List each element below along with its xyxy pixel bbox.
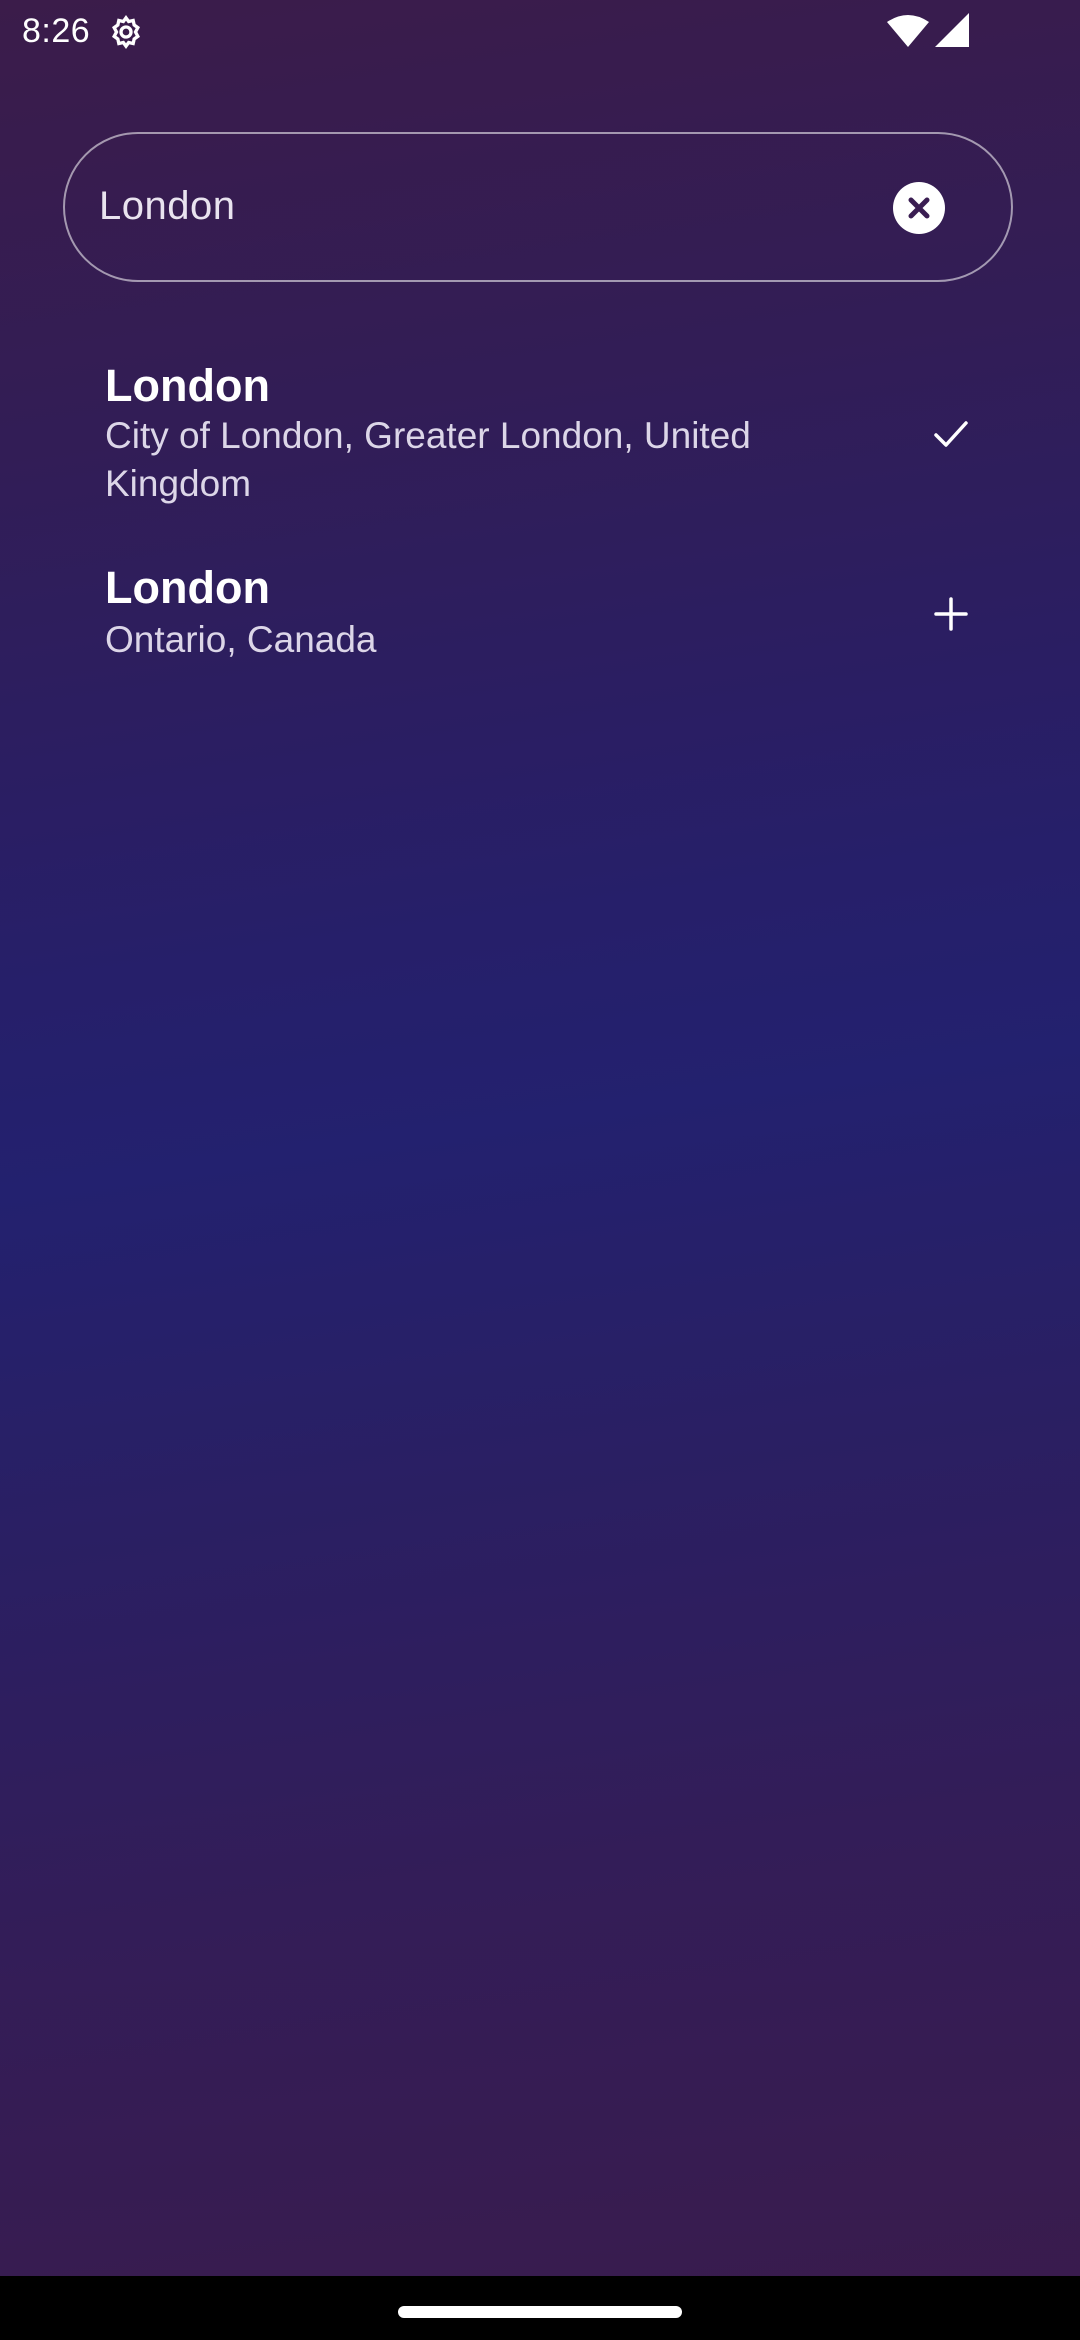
- result-subtitle: Ontario, Canada: [105, 619, 377, 660]
- status-bar: 8:26: [0, 0, 1080, 64]
- home-gesture-handle[interactable]: [398, 2306, 682, 2318]
- search-field[interactable]: London: [63, 132, 1013, 282]
- status-time: 8:26: [22, 12, 91, 50]
- result-title: London: [105, 360, 270, 411]
- settings-gear-icon: [106, 12, 146, 52]
- cell-signal-icon: [934, 12, 970, 48]
- result-title: London: [105, 562, 270, 613]
- search-result-item[interactable]: London City of London, Greater London, U…: [0, 350, 1080, 520]
- clear-search-button[interactable]: [893, 182, 945, 234]
- plus-icon[interactable]: [927, 590, 975, 638]
- result-subtitle: City of London, Greater London, United K…: [105, 415, 751, 504]
- search-input[interactable]: London: [99, 184, 235, 229]
- close-circle-icon: [908, 197, 930, 219]
- checkmark-icon[interactable]: [927, 410, 975, 458]
- wifi-icon: [886, 14, 930, 48]
- navigation-bar: [0, 2276, 1080, 2340]
- search-result-item[interactable]: London Ontario, Canada: [0, 552, 1080, 682]
